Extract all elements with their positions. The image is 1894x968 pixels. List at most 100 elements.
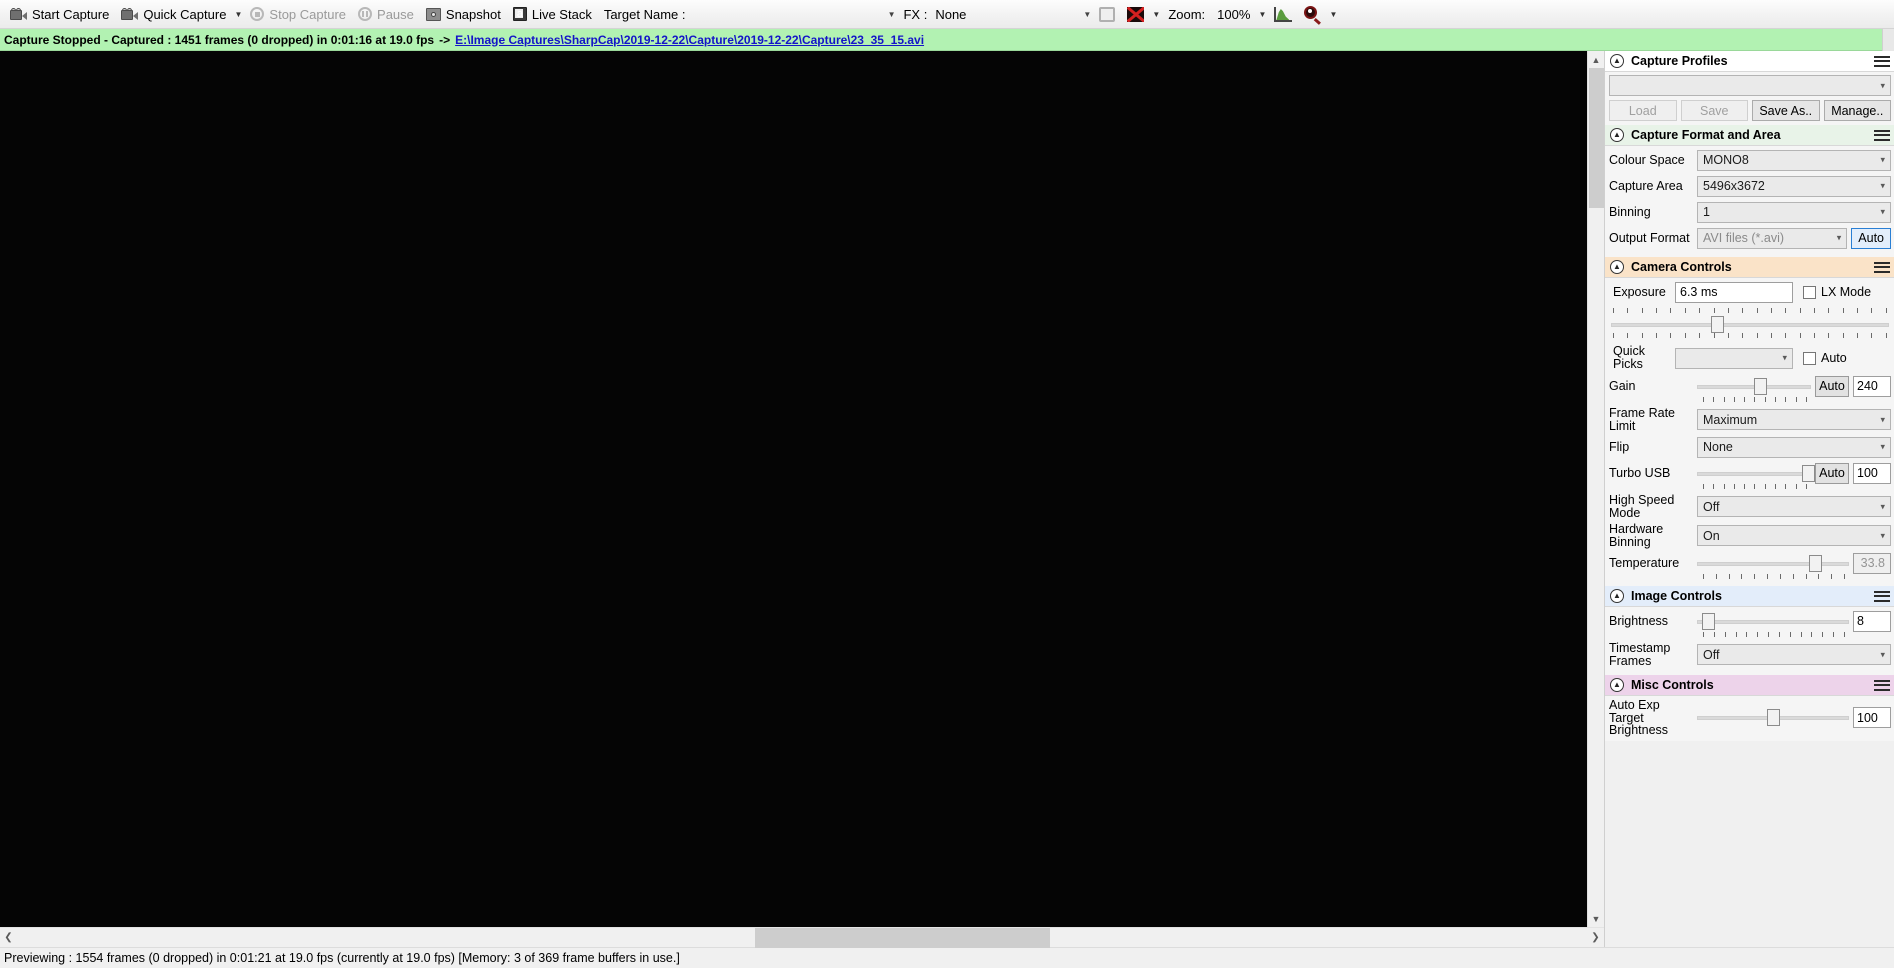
start-capture-button[interactable]: Start Capture bbox=[4, 2, 115, 26]
section-body-misc-controls: Auto Exp Target Brightness 100 bbox=[1605, 696, 1894, 741]
preview-horizontal-scrollbar[interactable]: ❮ ❯ bbox=[0, 927, 1604, 948]
zoom-dropdown-icon[interactable]: ▼ bbox=[1256, 3, 1268, 25]
exposure-slider[interactable] bbox=[1611, 314, 1889, 333]
target-name-input[interactable]: ▼ bbox=[691, 4, 897, 24]
auto-exp-target-slider-thumb[interactable] bbox=[1766, 709, 1780, 727]
camera-control-panel[interactable]: ▲ Capture Profiles Load Save Save As.. M… bbox=[1604, 51, 1894, 947]
profile-select[interactable] bbox=[1609, 75, 1891, 96]
quick-capture-label: Quick Capture bbox=[143, 6, 227, 22]
section-menu-icon[interactable] bbox=[1874, 590, 1890, 602]
lx-mode-toggle[interactable]: LX Mode bbox=[1803, 285, 1871, 299]
scroll-left-icon[interactable]: ❮ bbox=[0, 928, 17, 948]
temperature-slider-thumb[interactable] bbox=[1809, 554, 1823, 572]
section-menu-icon[interactable] bbox=[1874, 261, 1890, 273]
fx-select[interactable]: None ▼ bbox=[933, 4, 1093, 24]
binning-select[interactable]: 1 bbox=[1697, 201, 1891, 223]
quick-capture-button[interactable]: Quick Capture bbox=[115, 2, 232, 26]
auto-exp-target-input[interactable]: 100 bbox=[1853, 707, 1891, 729]
save-profile-button[interactable]: Save bbox=[1680, 100, 1748, 121]
quick-capture-dropdown-icon[interactable]: ▼ bbox=[232, 3, 244, 25]
turbo-usb-label: Turbo USB bbox=[1609, 465, 1671, 480]
hscroll-trough[interactable] bbox=[17, 927, 1587, 948]
capture-file-link[interactable]: E:\Image Captures\SharpCap\2019-12-22\Ca… bbox=[455, 33, 924, 47]
collapse-chevron-icon[interactable]: ▲ bbox=[1610, 260, 1624, 274]
gain-slider[interactable] bbox=[1697, 376, 1811, 397]
quick-picks-auto-checkbox[interactable] bbox=[1803, 351, 1816, 365]
snapshot-button[interactable]: Snapshot bbox=[420, 2, 507, 26]
row-timestamp-frames: Timestamp Frames Off bbox=[1609, 642, 1891, 667]
frame-rate-limit-select[interactable]: Maximum bbox=[1697, 409, 1891, 430]
flip-value: None bbox=[1703, 440, 1733, 454]
section-header-misc-controls[interactable]: ▲ Misc Controls bbox=[1605, 675, 1894, 696]
collapse-chevron-icon[interactable]: ▲ bbox=[1610, 128, 1624, 142]
temperature-slider[interactable] bbox=[1697, 553, 1849, 574]
scroll-right-icon[interactable]: ❯ bbox=[1587, 928, 1604, 948]
colour-space-select[interactable]: MONO8 bbox=[1697, 149, 1891, 171]
save-as-profile-button[interactable]: Save As.. bbox=[1752, 100, 1820, 121]
preview-vertical-scrollbar[interactable]: ▲ ▼ bbox=[1587, 51, 1605, 927]
zoom-tool-dropdown-icon[interactable]: ▼ bbox=[1327, 3, 1339, 25]
section-header-capture-format[interactable]: ▲ Capture Format and Area bbox=[1605, 125, 1894, 146]
camera-preview-canvas[interactable] bbox=[0, 51, 1587, 927]
manage-profiles-button[interactable]: Manage.. bbox=[1823, 100, 1891, 121]
frame-rate-limit-label: Frame Rate Limit bbox=[1609, 406, 1675, 433]
brightness-slider[interactable] bbox=[1697, 611, 1849, 632]
exposure-input[interactable]: 6.3 ms bbox=[1675, 281, 1793, 303]
output-format-select[interactable]: AVI files (*.avi) bbox=[1697, 227, 1848, 249]
section-header-image-controls[interactable]: ▲ Image Controls bbox=[1605, 586, 1894, 607]
target-name-label: Target Name : bbox=[603, 6, 686, 22]
gain-slider-thumb[interactable] bbox=[1754, 377, 1767, 395]
lx-mode-checkbox[interactable] bbox=[1803, 285, 1816, 299]
capture-area-label: Capture Area bbox=[1609, 178, 1683, 193]
live-stack-label: Live Stack bbox=[531, 6, 592, 22]
frame-overlay-button[interactable] bbox=[1093, 2, 1121, 26]
load-profile-button[interactable]: Load bbox=[1609, 100, 1677, 121]
stop-capture-button[interactable]: Stop Capture bbox=[244, 2, 352, 26]
scroll-down-icon[interactable]: ▼ bbox=[1587, 910, 1605, 927]
turbo-usb-auto-button[interactable]: Auto bbox=[1815, 462, 1849, 484]
live-stack-button[interactable]: Live Stack bbox=[507, 2, 598, 26]
histogram-button[interactable] bbox=[1268, 2, 1298, 26]
section-menu-icon[interactable] bbox=[1874, 129, 1890, 141]
high-speed-mode-select[interactable]: Off bbox=[1697, 496, 1891, 517]
zoom-tool-button[interactable] bbox=[1298, 2, 1327, 26]
quick-picks-select[interactable] bbox=[1675, 347, 1793, 369]
brightness-input[interactable]: 8 bbox=[1853, 610, 1891, 632]
brightness-slider-thumb[interactable] bbox=[1701, 612, 1715, 630]
auto-exp-target-slider[interactable] bbox=[1697, 707, 1849, 728]
pause-button[interactable]: Pause bbox=[352, 2, 420, 26]
turbo-usb-slider-thumb[interactable] bbox=[1801, 464, 1815, 482]
reticule-button[interactable] bbox=[1121, 2, 1150, 26]
zoom-value[interactable]: 100% bbox=[1211, 2, 1256, 26]
row-flip: Flip None bbox=[1609, 436, 1891, 458]
red-x-icon bbox=[1127, 6, 1145, 22]
section-header-camera-controls[interactable]: ▲ Camera Controls bbox=[1605, 257, 1894, 278]
vscroll-thumb[interactable] bbox=[1589, 68, 1604, 208]
collapse-chevron-icon[interactable]: ▲ bbox=[1610, 678, 1624, 692]
lx-mode-label: LX Mode bbox=[1821, 285, 1872, 299]
turbo-usb-input[interactable]: 100 bbox=[1853, 462, 1891, 484]
flip-select[interactable]: None bbox=[1697, 436, 1891, 458]
quick-picks-auto-toggle[interactable]: Auto bbox=[1803, 351, 1847, 365]
section-header-capture-profiles[interactable]: ▲ Capture Profiles bbox=[1605, 51, 1894, 72]
gain-label: Gain bbox=[1609, 378, 1636, 393]
gain-input[interactable]: 240 bbox=[1853, 375, 1891, 397]
reticule-dropdown-icon[interactable]: ▼ bbox=[1150, 3, 1162, 25]
hscroll-thumb[interactable] bbox=[754, 927, 1050, 948]
binning-value: 1 bbox=[1703, 205, 1710, 219]
collapse-chevron-icon[interactable]: ▲ bbox=[1610, 54, 1624, 68]
section-body-camera-controls: Exposure 6.3 ms LX Mode Quick Picks ▾ Au… bbox=[1605, 278, 1894, 586]
exposure-slider-thumb[interactable] bbox=[1711, 316, 1725, 333]
turbo-usb-slider[interactable] bbox=[1697, 463, 1815, 484]
output-format-auto-button[interactable]: Auto bbox=[1851, 227, 1891, 249]
section-menu-icon[interactable] bbox=[1874, 679, 1890, 691]
scroll-up-icon[interactable]: ▲ bbox=[1587, 51, 1605, 68]
collapse-chevron-icon[interactable]: ▲ bbox=[1610, 589, 1624, 603]
gain-auto-button[interactable]: Auto bbox=[1815, 375, 1849, 397]
timestamp-frames-select[interactable]: Off bbox=[1697, 644, 1891, 665]
sharpcap-window: Start Capture Quick Capture ▼ Stop Captu… bbox=[0, 0, 1894, 968]
hardware-binning-select[interactable]: On bbox=[1697, 525, 1891, 546]
section-menu-icon[interactable] bbox=[1874, 55, 1890, 67]
capture-area-select[interactable]: 5496x3672 bbox=[1697, 175, 1891, 197]
capture-status-arrow: -> bbox=[439, 32, 451, 47]
